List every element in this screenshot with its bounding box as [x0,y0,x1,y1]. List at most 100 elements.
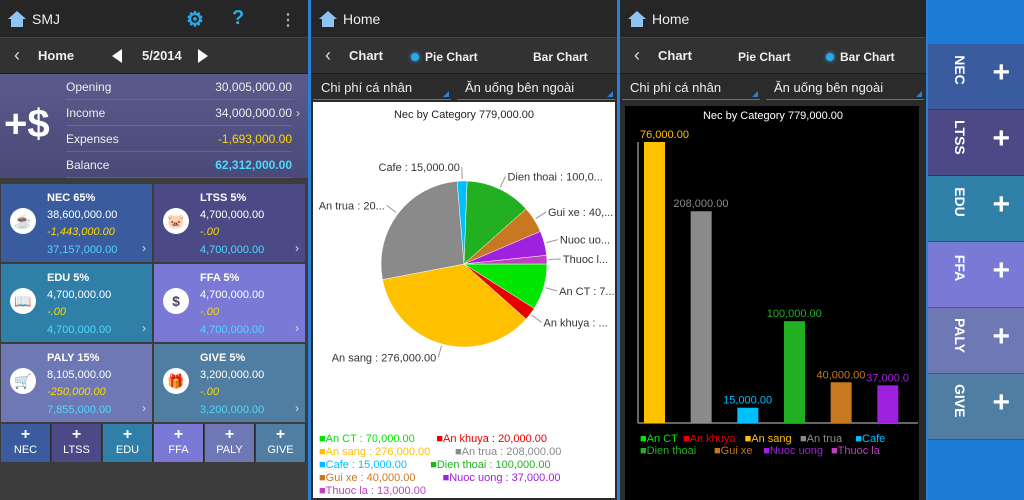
side-tab-ffa[interactable]: FFA + [928,242,1024,308]
side-tab-label: NEC [952,55,968,85]
slice-label: An sang : 276,000.00 [332,353,437,365]
side-tab-label: EDU [952,187,968,217]
tile-title: NEC 65% [47,192,96,204]
summary-panel[interactable]: +$ Opening 30,005,000.00 Income 34,000,000.… [0,74,308,178]
bar[interactable] [737,407,759,423]
pie-chart[interactable]: Nec by Category 779,000.00 An CT : 7... A… [311,100,617,500]
slice-label: An khuya : ... [543,317,607,329]
subcategory-dropdown[interactable]: Ăn uống bên ngoài [766,76,924,100]
chart-navigation: ‹ Chart Pie Chart Bar Chart [311,38,617,74]
add-edu-button[interactable]: + EDU [103,424,153,462]
tab-pie-chart[interactable]: Pie Chart [738,50,791,64]
chart-title: Chart [349,48,383,63]
side-tab-paly[interactable]: PALY + [928,308,1024,374]
tile-chevron-icon: › [142,321,146,335]
prev-month-icon[interactable] [112,49,122,63]
tile-chevron-icon: › [295,401,299,415]
account-tile[interactable]: 📖 EDU 5% 4,700,000.00 -.00 4,700,000.00 … [1,264,152,342]
legend-item: ■An CT [640,433,678,445]
slice-label: An CT : 7... [559,286,614,298]
tile-budget: 38,600,000.00 [47,209,118,221]
plus-icon: + [224,426,235,443]
bar-value-label: 15,000.00 [723,395,772,407]
action-bar: Home [620,0,926,38]
tab-bar-chart[interactable]: Bar Chart [533,50,588,64]
add-ltss-button[interactable]: + LTSS [52,424,102,462]
home-icon[interactable] [8,10,26,27]
side-tabs-panel: NEC + LTSS + EDU + FFA + PALY + GIVE + [928,0,1024,500]
plus-icon: + [992,254,1010,287]
tile-title: FFA 5% [200,272,240,284]
subcategory-value: Ăn uống bên ngoài [465,80,575,95]
settings-gear-icon[interactable]: ⚙ [186,7,204,32]
gift-icon: 🎁 [163,368,189,394]
money-bag-icon: $ [163,288,189,314]
side-tab-label: PALY [952,318,968,354]
plus-icon: + [992,320,1010,353]
legend-item: ■Thuoc la : 13,000.00 [319,485,426,497]
side-tab-give[interactable]: GIVE + [928,374,1024,440]
legend-item: ■Dien thoai [640,445,696,457]
side-tab-nec[interactable]: NEC + [928,44,1024,110]
help-icon[interactable]: ? [232,7,244,30]
tile-title: EDU 5% [47,272,90,284]
overflow-menu-icon[interactable]: ⋮ [280,10,296,30]
plus-icon: + [992,56,1010,89]
tab-bar-label: Bar Chart [840,50,895,64]
tile-budget: 3,200,000.00 [200,369,265,381]
pie-chart-screen: Home ‹ Chart Pie Chart Bar Chart Chi phí… [311,0,617,500]
legend-item: ■An khuya [683,433,736,445]
tile-remaining: 4,700,000.00 [200,244,265,256]
bar[interactable] [644,142,665,423]
account-tile[interactable]: 🛒 PALY 15% 8,105,000.00 -250,000.00 7,85… [1,344,152,422]
tile-spent: -.00 [200,226,219,238]
tab-bar-chart[interactable]: Bar Chart [826,50,895,64]
back-chevron-icon[interactable]: ‹ [8,45,26,66]
button-label: NEC [13,444,38,456]
account-tile[interactable]: ☕ NEC 65% 38,600,000.00 -1,443,000.00 37… [1,184,152,262]
legend-item: ■An CT : 70,000.00 [319,433,415,445]
side-tab-label: GIVE [952,384,968,418]
bar[interactable] [690,211,712,423]
add-ffa-button[interactable]: + FFA [154,424,204,462]
category-value: Chi phí cá nhân [630,80,722,95]
summary-label: Income [66,105,106,120]
button-label: LTSS [63,444,90,456]
tab-pie-chart[interactable]: Pie Chart [411,50,478,64]
side-tab-ltss[interactable]: LTSS + [928,110,1024,176]
category-dropdown[interactable]: Chi phí cá nhân [313,76,451,100]
bar[interactable] [877,385,899,423]
tile-remaining: 4,700,000.00 [47,324,112,336]
category-dropdown[interactable]: Chi phí cá nhân [622,76,760,100]
add-nec-button[interactable]: + NEC [1,424,51,462]
home-icon[interactable] [319,10,337,27]
side-tab-label: FFA [952,254,968,282]
home-title: Home [343,10,381,27]
slice-leader-line [548,258,561,261]
plus-icon: + [992,188,1010,221]
subcategory-dropdown[interactable]: Ăn uống bên ngoài [457,76,615,100]
add-paly-button[interactable]: + PALY [205,424,255,462]
slice-label: Thuoc l... [563,254,608,266]
legend-item: ■Nuoc uong [763,445,823,457]
tile-remaining: 7,855,000.00 [47,404,112,416]
bar-chart[interactable]: Nec by Category 779,000.00 76,000.00 208,… [620,100,926,500]
back-chevron-icon[interactable]: ‹ [319,45,337,66]
tile-spent: -.00 [47,306,66,318]
legend-item: ■An trua : 208,000.00 [455,446,561,458]
selected-dot-icon [411,53,419,61]
account-tile[interactable]: 🎁 GIVE 5% 3,200,000.00 -.00 3,200,000.00… [154,344,305,422]
legend-item: ■Thuoc la [831,445,881,457]
account-tile[interactable]: $ FFA 5% 4,700,000.00 -.00 4,700,000.00 … [154,264,305,342]
add-give-button[interactable]: + GIVE [256,424,306,462]
next-month-icon[interactable] [198,49,208,63]
bar[interactable] [830,382,852,423]
plus-icon: + [992,122,1010,155]
account-tile[interactable]: 🐷 LTSS 5% 4,700,000.00 -.00 4,700,000.00… [154,184,305,262]
back-chevron-icon[interactable]: ‹ [628,45,646,66]
side-tab-edu[interactable]: EDU + [928,176,1024,242]
home-icon[interactable] [628,10,646,27]
bar[interactable] [784,321,805,423]
plus-icon: + [122,426,133,443]
button-label: PALY [216,444,243,456]
